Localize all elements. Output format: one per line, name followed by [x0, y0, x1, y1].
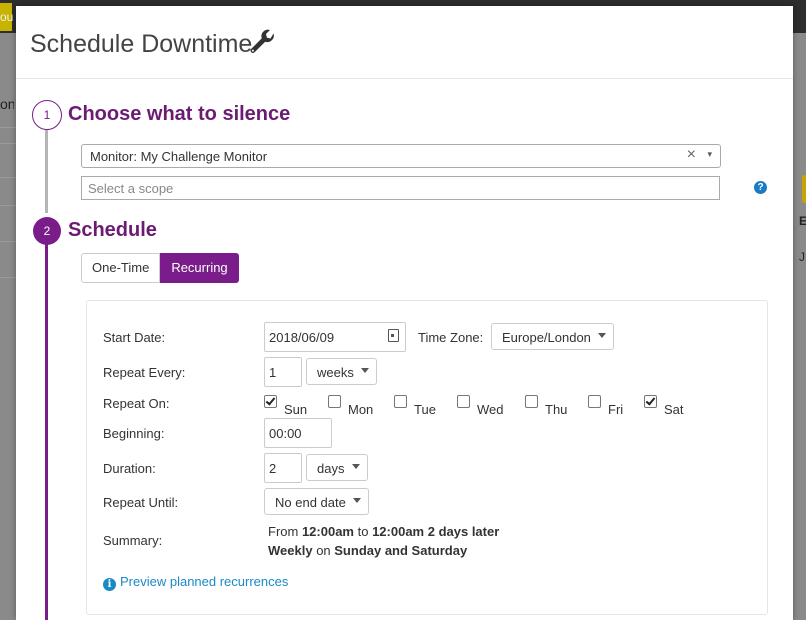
mon-checkbox[interactable] [328, 395, 341, 408]
tue-label: Tue [414, 402, 436, 417]
preview-link-label: Preview planned recurrences [120, 574, 289, 589]
background-divider [0, 205, 16, 206]
sat-label: Sat [664, 402, 684, 417]
tab-recurring[interactable]: Recurring [160, 253, 239, 283]
mon-label: Mon [348, 402, 374, 417]
wrench-icon [250, 29, 274, 54]
thu-checkbox[interactable] [525, 395, 538, 408]
step-1-title: Choose what to silence [68, 103, 291, 125]
help-icon[interactable]: ? [754, 181, 767, 194]
background-divider [0, 277, 16, 278]
chevron-down-icon [361, 368, 369, 373]
beginning-time-input[interactable]: 00:00 [264, 418, 332, 448]
chevron-down-icon[interactable]: ▾ [707, 149, 712, 160]
step-1-connector [45, 128, 48, 213]
repeat-every-label: Repeat Every: [103, 365, 186, 380]
scope-input[interactable] [81, 176, 720, 200]
background-button [802, 175, 806, 203]
step-2-title: Schedule [68, 219, 157, 241]
repeat-every-value: 1 [269, 365, 277, 380]
summary-end-time: 12:00am 2 days later [372, 524, 500, 539]
background-divider [0, 241, 16, 242]
repeat-on-label: Repeat On: [103, 396, 170, 411]
sun-label: Sun [284, 402, 308, 417]
summary-line-1: From 12:00am to 12:00am 2 days later [268, 524, 499, 539]
monitor-select[interactable]: Monitor: My Challenge Monitor × ▾ [81, 144, 721, 168]
step-2-connector [45, 244, 48, 620]
wed-label: Wed [477, 402, 504, 417]
modal-header: Schedule Downtime [16, 6, 793, 79]
beginning-time-value: 00:00 [269, 426, 302, 441]
repeat-until-value: No end date [275, 495, 346, 510]
background-right-panel: E J [793, 33, 806, 620]
info-icon: i [103, 578, 116, 591]
schedule-downtime-modal: Schedule Downtime 1 Choose what to silen… [16, 6, 793, 620]
start-date-value: 2018/06/09 [269, 330, 335, 345]
summary-line-2: Weekly on Sunday and Saturday [268, 543, 467, 558]
summary-start-time: 12:00am [301, 524, 354, 539]
schedule-type-tabs: One-Time Recurring [81, 253, 239, 283]
duration-unit-value: days [317, 461, 345, 476]
modal-title: Schedule Downtime [30, 30, 253, 58]
summary-to: to [354, 524, 373, 539]
repeat-until-label: Repeat Until: [103, 495, 179, 510]
background-divider [0, 143, 16, 144]
wed-checkbox[interactable] [457, 395, 470, 408]
time-zone-value: Europe/London [502, 330, 591, 345]
clear-selection-icon[interactable]: × [687, 146, 696, 164]
summary-from: From [268, 524, 302, 539]
summary-frequency: Weekly [268, 543, 313, 558]
thu-label: Thu [545, 402, 568, 417]
preview-recurrences-link[interactable]: i Preview planned recurrences [103, 574, 288, 591]
duration-input[interactable]: 2 [264, 453, 302, 483]
sun-checkbox[interactable] [264, 395, 277, 408]
chevron-down-icon [353, 498, 361, 503]
repeat-every-unit-value: weeks [317, 365, 354, 380]
repeat-every-unit-select[interactable]: weeks [306, 358, 377, 385]
time-zone-label: Time Zone: [418, 330, 484, 345]
background-right-bold-text: E [799, 214, 806, 228]
repeat-until-select[interactable]: No end date [264, 488, 369, 515]
repeat-every-input[interactable]: 1 [264, 357, 302, 387]
background-right-text: J [799, 250, 805, 264]
monitor-select-value: Monitor: My Challenge Monitor [90, 149, 268, 164]
summary-on: on [312, 543, 335, 558]
step-1-number: 1 [32, 100, 62, 130]
calendar-icon[interactable] [388, 329, 399, 342]
fri-label: Fri [608, 402, 624, 417]
duration-unit-select[interactable]: days [306, 454, 368, 481]
chevron-down-icon [598, 333, 606, 338]
duration-label: Duration: [103, 461, 156, 476]
fri-checkbox[interactable] [588, 395, 601, 408]
background-left-text: on [0, 96, 14, 112]
summary-days: Sunday and Saturday [334, 543, 468, 558]
background-left-panel: on [0, 33, 16, 620]
start-date-label: Start Date: [103, 330, 166, 345]
background-top-text: ou [0, 10, 14, 24]
background-divider [0, 127, 16, 128]
recurring-schedule-panel: Start Date: 2018/06/09 Time Zone: Europe… [86, 300, 768, 615]
tue-checkbox[interactable] [394, 395, 407, 408]
start-date-field[interactable]: 2018/06/09 [264, 322, 406, 352]
background-divider [0, 177, 16, 178]
time-zone-select[interactable]: Europe/London [491, 323, 614, 350]
sat-checkbox[interactable] [644, 395, 657, 408]
chevron-down-icon [352, 464, 360, 469]
duration-value: 2 [269, 461, 277, 476]
tab-one-time[interactable]: One-Time [81, 253, 161, 283]
beginning-label: Beginning: [103, 426, 165, 441]
summary-label: Summary: [103, 533, 163, 548]
step-2-number: 2 [33, 217, 61, 245]
